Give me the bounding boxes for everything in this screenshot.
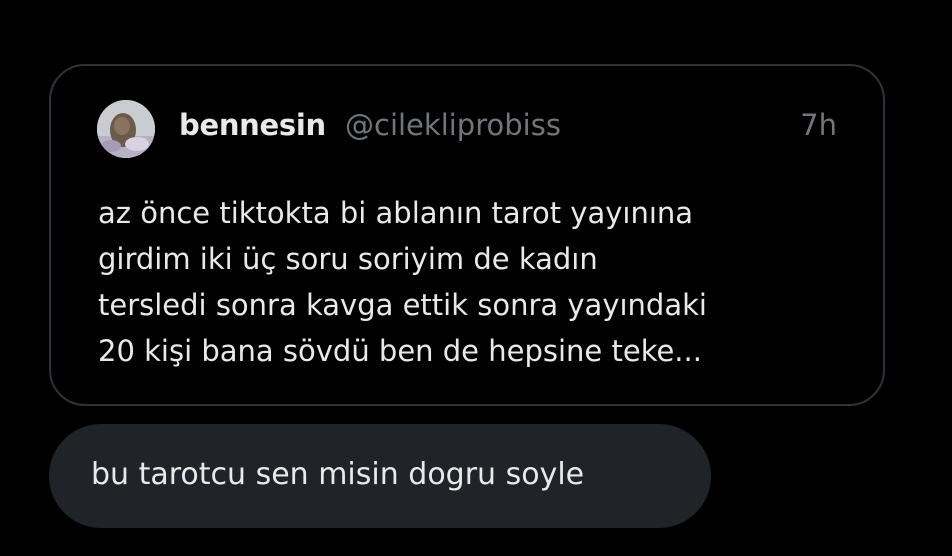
quoted-post-text-line: 20 kişi bana sövdü ben de hepsine teke..… — [98, 334, 702, 368]
post-timestamp[interactable]: 7h — [800, 108, 837, 142]
reply-message-text: bu tarotcu sen misin dogru soyle — [91, 457, 585, 492]
quoted-post-text-line: tersledi sonra kavga ettik sonra yayında… — [98, 288, 707, 322]
author-avatar[interactable] — [97, 100, 155, 158]
quoted-post-text: az önce tiktokta bi ablanın tarot yayını… — [98, 190, 858, 374]
quoted-post-text-line: az önce tiktokta bi ablanın tarot yayını… — [98, 196, 694, 230]
author-name[interactable]: bennesin — [179, 108, 326, 142]
reply-message-bubble[interactable]: bu tarotcu sen misin dogru soyle — [49, 424, 711, 528]
avatar-photo-icon — [97, 100, 155, 158]
quoted-post-text-line: girdim iki üç soru soriyim de kadın — [98, 242, 598, 276]
author-handle[interactable]: @cilekliprobiss — [345, 108, 561, 142]
quoted-post-card[interactable]: bennesin @cilekliprobiss 7h az önce tikt… — [49, 64, 885, 406]
